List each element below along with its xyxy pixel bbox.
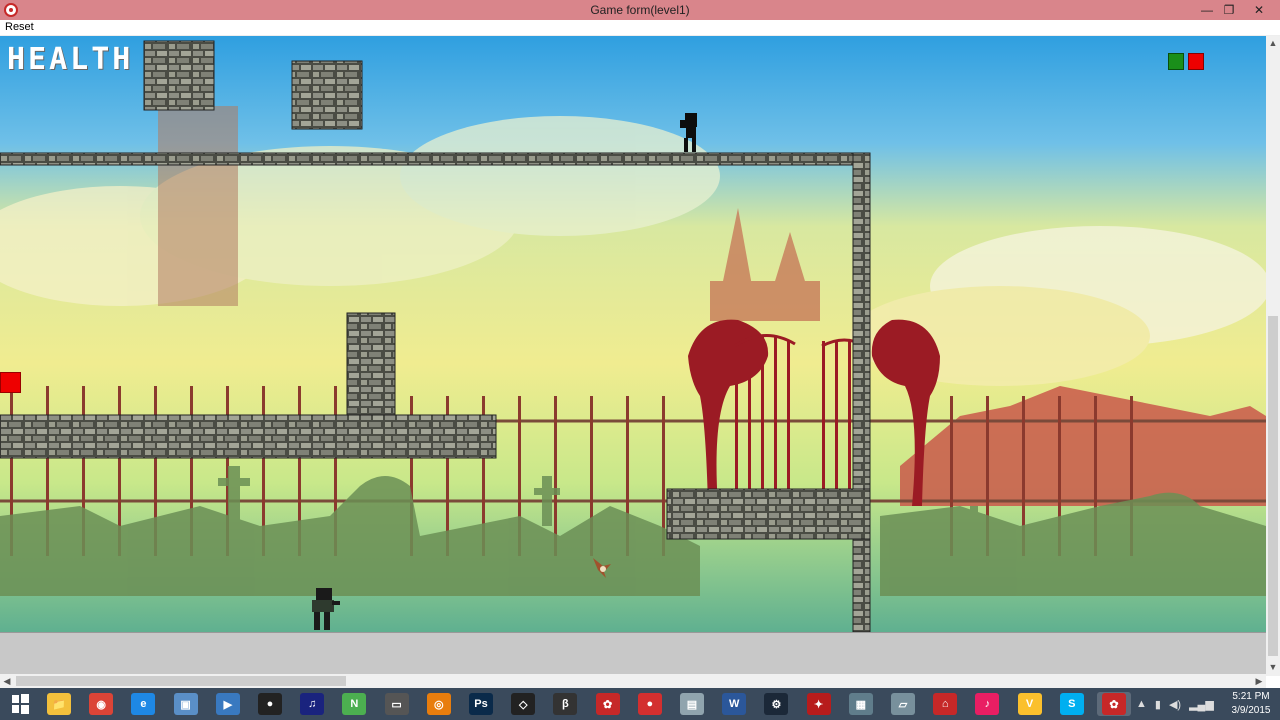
obs-icon[interactable]: ● (253, 692, 287, 716)
paper-icon[interactable]: ▱ (886, 692, 920, 716)
scroll-right-arrow-icon[interactable]: ▶ (1252, 674, 1266, 688)
paper-icon-glyph: ▱ (891, 693, 915, 715)
photos-icon[interactable]: ▤ (675, 692, 709, 716)
chrome-icon[interactable]: ◉ (84, 692, 118, 716)
game-canvas[interactable]: HEALTH (0, 36, 1266, 632)
file-explorer-icon-glyph: 📁 (47, 693, 71, 715)
network-icon[interactable]: ▂▄▆ (1189, 698, 1214, 711)
health-marker (0, 372, 21, 393)
internet-explorer-icon-glyph: e (131, 693, 156, 715)
ruined-tower (158, 106, 238, 306)
monitor-icon-glyph: ▭ (384, 693, 409, 715)
headphones-icon[interactable]: ♫ (295, 692, 329, 716)
clock-time: 5:21 PM (1232, 691, 1270, 702)
right-platform (666, 488, 871, 540)
menu-reset[interactable]: Reset (5, 21, 34, 33)
stone-block-top-middle (291, 60, 363, 130)
red-indicator (1188, 53, 1204, 70)
health-label: HEALTH (7, 42, 134, 77)
unity-icon[interactable]: ◇ (506, 692, 540, 716)
horizontal-scrollbar[interactable]: ◀ ▶ (0, 674, 1266, 688)
close-button[interactable]: ✕ (1238, 0, 1280, 20)
media-player-icon[interactable]: ▶ (211, 692, 245, 716)
photos-icon-glyph: ▤ (680, 693, 704, 715)
headphones-icon-glyph: ♫ (300, 693, 325, 715)
skype-icon-glyph: S (1059, 693, 1084, 715)
record-icon-glyph: ● (637, 693, 662, 715)
media-player-icon-glyph: ▶ (215, 693, 240, 715)
menu-bar: Reset (0, 20, 1280, 36)
obs-icon-glyph: ● (258, 693, 282, 715)
skype-icon[interactable]: S (1055, 692, 1089, 716)
vertical-scroll-thumb[interactable] (1268, 316, 1278, 656)
word-icon-glyph: W (722, 693, 747, 715)
beta-icon[interactable]: β (548, 692, 582, 716)
right-wall (852, 152, 871, 632)
battery-icon[interactable]: ▮ (1155, 698, 1161, 711)
tray-overflow-icon[interactable]: ▲ (1136, 698, 1147, 710)
calculator-icon-glyph: ▦ (848, 693, 873, 715)
scroll-left-arrow-icon[interactable]: ◀ (0, 674, 14, 688)
volume-icon[interactable]: ◀) (1169, 698, 1181, 711)
photoshop-icon[interactable]: Ps (464, 692, 498, 716)
beta-icon-glyph: β (553, 693, 578, 715)
monitor-icon[interactable]: ▭ (380, 692, 414, 716)
v-app-icon-glyph: V (1017, 693, 1042, 715)
game-app-icon[interactable]: ✿ (591, 692, 625, 716)
blender-icon-glyph: ◎ (426, 693, 451, 715)
photoshop-icon-glyph: Ps (469, 693, 493, 715)
internet-explorer-icon[interactable]: e (126, 692, 160, 716)
game-scene (0, 36, 1266, 632)
game-form-icon[interactable]: ✿ (1097, 692, 1131, 716)
horizontal-scroll-thumb[interactable] (16, 676, 346, 686)
stone-pillar (346, 312, 396, 418)
scroll-down-arrow-icon[interactable]: ▼ (1266, 660, 1280, 674)
steam-icon[interactable]: ⚙ (759, 692, 793, 716)
stone-block-top-left (143, 40, 215, 111)
remote-desktop-icon-glyph: ▣ (173, 693, 198, 715)
window-title: Game form(level1) (590, 3, 690, 17)
nvidia-icon[interactable]: N (337, 692, 371, 716)
title-bar: Game form(level1) — ❐ ✕ (0, 0, 1280, 20)
unity-icon-glyph: ◇ (511, 693, 536, 715)
middle-platform (0, 414, 497, 459)
windows-start-icon[interactable] (4, 692, 36, 716)
remote-desktop-icon[interactable]: ▣ (169, 692, 203, 716)
file-explorer-icon[interactable]: 📁 (42, 692, 76, 716)
game-app-icon-glyph: ✿ (595, 693, 620, 715)
bottom-panel (0, 632, 1266, 674)
taskbar: 📁 ◉ e ▣ ▶ ● ♫ N ▭ ◎ Ps ◇ β ✿ ● ▤ W ⚙ ✦ ▦ ▱ ⌂ ♪ V S ✿ ▲ ▮ ◀) ▂▄▆ 5… (0, 688, 1280, 720)
blender-icon[interactable]: ◎ (422, 692, 456, 716)
nvidia-icon-glyph: N (342, 693, 367, 715)
v-app-icon[interactable]: V (1013, 692, 1047, 716)
itunes-icon[interactable]: ♪ (970, 692, 1004, 716)
clock[interactable]: 5:21 PM 3/9/2015 (1222, 690, 1280, 718)
museum-icon-glyph: ⌂ (933, 693, 958, 715)
calculator-icon[interactable]: ▦ (844, 692, 878, 716)
upper-ledge (0, 152, 871, 166)
system-tray: ▲ ▮ ◀) ▂▄▆ (1136, 694, 1226, 714)
museum-icon[interactable]: ⌂ (928, 692, 962, 716)
record-icon[interactable]: ● (633, 692, 667, 716)
word-icon[interactable]: W (717, 692, 751, 716)
arrows-icon[interactable]: ✦ (802, 692, 836, 716)
clock-date: 3/9/2015 (1231, 705, 1271, 716)
arrows-icon-glyph: ✦ (806, 693, 831, 715)
vertical-scrollbar[interactable]: ▲ ▼ (1266, 36, 1280, 676)
chrome-icon-glyph: ◉ (89, 693, 114, 715)
scroll-up-arrow-icon[interactable]: ▲ (1266, 36, 1280, 50)
steam-icon-glyph: ⚙ (764, 693, 789, 715)
game-form-icon-glyph: ✿ (1102, 693, 1126, 715)
itunes-icon-glyph: ♪ (975, 693, 1000, 715)
green-indicator (1168, 53, 1184, 70)
